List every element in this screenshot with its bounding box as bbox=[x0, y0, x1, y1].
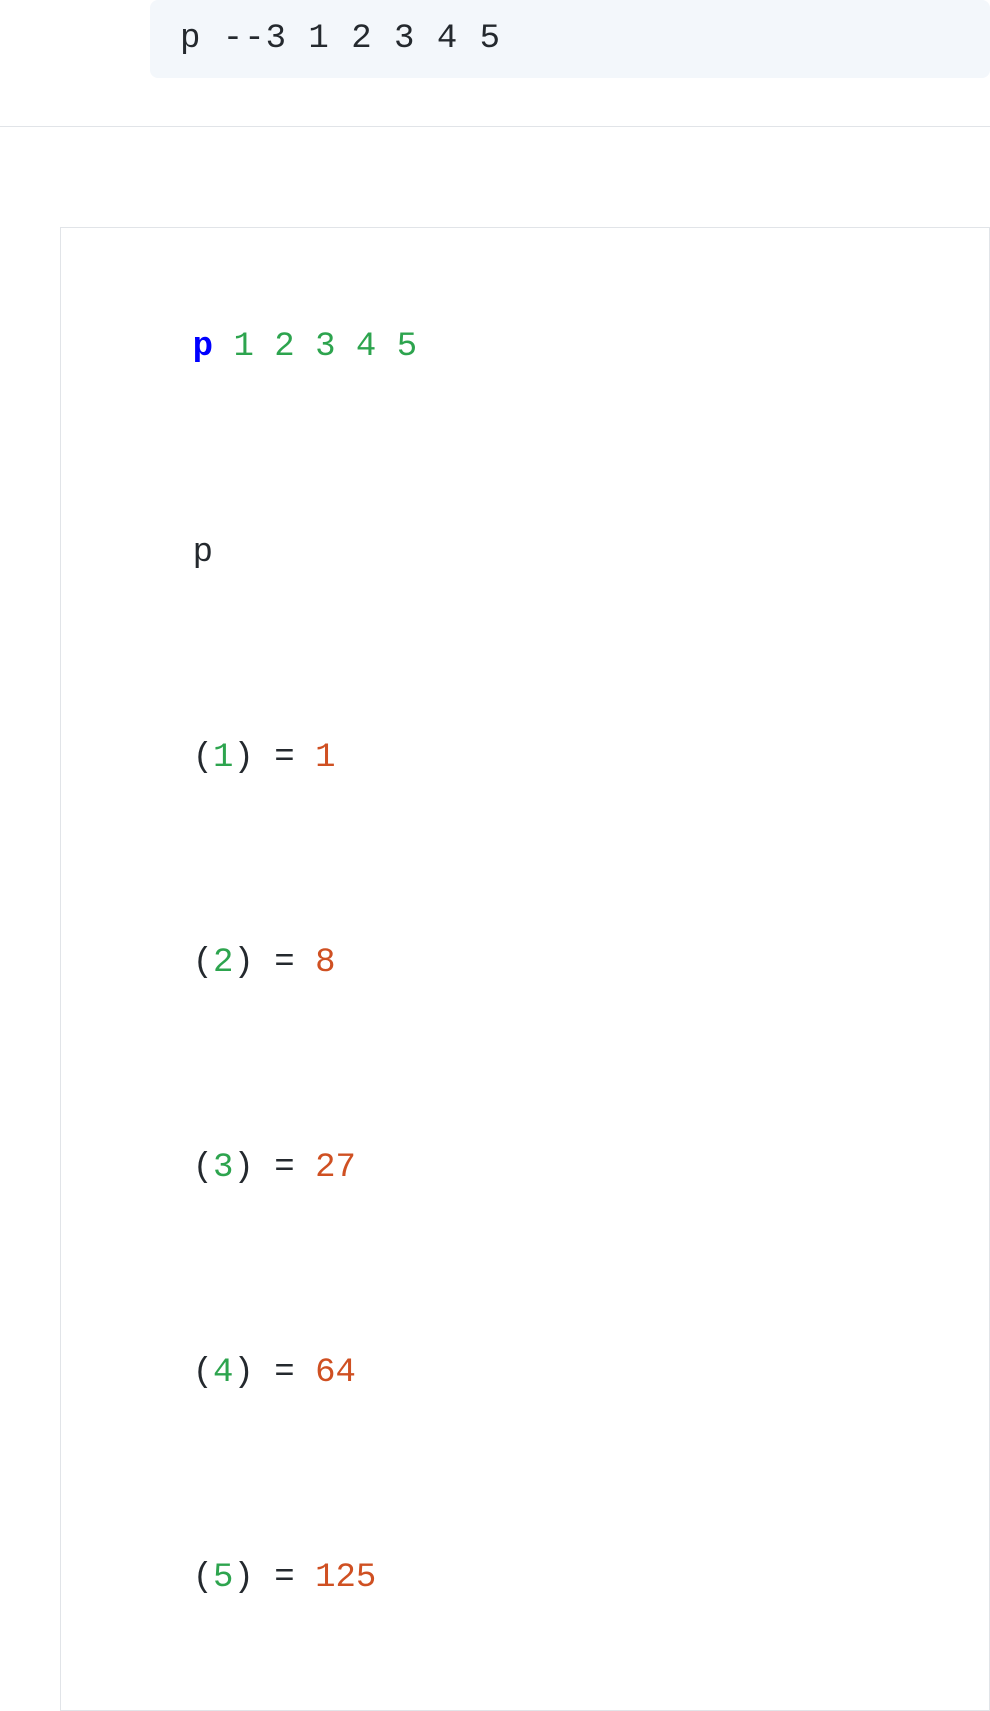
equals: = bbox=[254, 944, 315, 982]
equals: = bbox=[254, 1149, 315, 1187]
result-arg-1: 2 bbox=[213, 944, 233, 982]
echo-line: p bbox=[111, 471, 939, 634]
output-box: p 1 2 3 4 5 p (1) = 1 (2) = 8 (3) = 27 (… bbox=[60, 227, 990, 1711]
lparen: ( bbox=[193, 739, 213, 777]
result-value-2: 27 bbox=[315, 1149, 356, 1187]
result-value-3: 64 bbox=[315, 1354, 356, 1392]
result-line-3: (4) = 64 bbox=[111, 1292, 939, 1455]
result-value-0: 1 bbox=[315, 739, 335, 777]
result-value-4: 125 bbox=[315, 1559, 376, 1597]
lparen: ( bbox=[193, 1149, 213, 1187]
equals: = bbox=[254, 739, 315, 777]
lparen: ( bbox=[193, 1354, 213, 1392]
result-arg-0: 1 bbox=[213, 739, 233, 777]
result-line-0: (1) = 1 bbox=[111, 676, 939, 839]
result-line-1: (2) = 8 bbox=[111, 882, 939, 1045]
rparen: ) bbox=[233, 1559, 253, 1597]
lparen: ( bbox=[193, 944, 213, 982]
result-line-2: (3) = 27 bbox=[111, 1087, 939, 1250]
call-line: p 1 2 3 4 5 bbox=[111, 266, 939, 429]
equals: = bbox=[254, 1354, 315, 1392]
call-arg-1: 2 bbox=[274, 328, 294, 366]
command-block: p --3 1 2 3 4 5 bbox=[150, 0, 990, 78]
result-value-1: 8 bbox=[315, 944, 335, 982]
echo-text: p bbox=[193, 534, 213, 572]
call-arg-3: 4 bbox=[356, 328, 376, 366]
lparen: ( bbox=[193, 1559, 213, 1597]
call-arg-4: 5 bbox=[397, 328, 417, 366]
call-arg-0: 1 bbox=[233, 328, 253, 366]
result-line-4: (5) = 125 bbox=[111, 1497, 939, 1660]
rparen: ) bbox=[233, 1354, 253, 1392]
call-arg-2: 3 bbox=[315, 328, 335, 366]
result-arg-3: 4 bbox=[213, 1354, 233, 1392]
rparen: ) bbox=[233, 1149, 253, 1187]
result-arg-2: 3 bbox=[213, 1149, 233, 1187]
call-func: p bbox=[193, 328, 213, 366]
result-arg-4: 5 bbox=[213, 1559, 233, 1597]
rparen: ) bbox=[233, 944, 253, 982]
command-text: p --3 1 2 3 4 5 bbox=[180, 20, 501, 58]
rparen: ) bbox=[233, 739, 253, 777]
equals: = bbox=[254, 1559, 315, 1597]
call-space bbox=[213, 328, 233, 366]
section-divider bbox=[0, 126, 990, 127]
